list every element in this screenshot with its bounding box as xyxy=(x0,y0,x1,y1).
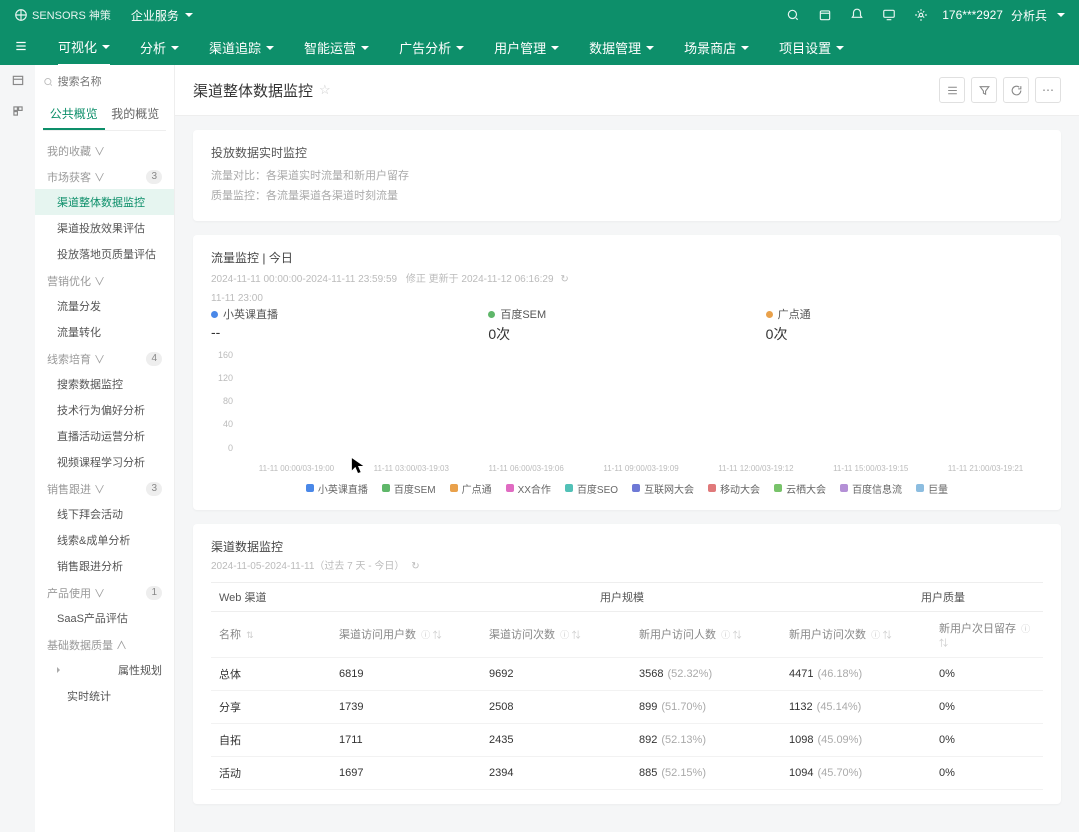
sidebar-item[interactable]: 流量分发 xyxy=(35,293,174,319)
table-col-header[interactable]: 新用户次日留存 ⓘ ⇅ xyxy=(931,612,1043,657)
sidebar-item[interactable]: 投放落地页质量评估 xyxy=(35,241,174,267)
table-refresh-icon[interactable]: ↻ xyxy=(411,561,419,572)
chart-range: 2024-11-11 00:00:00-2024-11-11 23:59:59 xyxy=(211,274,397,285)
sidebar-group[interactable]: 营销优化 ∨ xyxy=(35,267,174,293)
nav-item[interactable]: 场景商店 xyxy=(684,29,749,66)
table-col-header[interactable]: 新用户访问次数 ⓘ ⇅ xyxy=(781,618,931,650)
enterprise-switcher[interactable]: 企业服务 xyxy=(131,7,193,24)
nav-item[interactable]: 渠道追踪 xyxy=(209,29,274,66)
info-card: 投放数据实时监控 流量对比：各渠道实时流量和新用户留存 质量监控：各流量渠道各渠… xyxy=(193,130,1061,221)
table-row[interactable]: 总体681996923568(52.32%)4471(46.18%)0% xyxy=(211,658,1043,691)
list-view-button[interactable] xyxy=(939,77,965,103)
sidebar-group[interactable]: 产品使用 ∨1 xyxy=(35,579,174,605)
bell-icon[interactable] xyxy=(850,8,864,22)
nav-item[interactable]: 分析 xyxy=(140,29,179,66)
more-button[interactable]: ⋯ xyxy=(1035,77,1061,103)
sidebar-item[interactable]: 搜索数据监控 xyxy=(35,371,174,397)
legend-item[interactable]: 百度信息流 xyxy=(840,481,902,496)
legend-item[interactable]: 巨量 xyxy=(916,481,948,496)
legend-item[interactable]: 云栖大会 xyxy=(774,481,826,496)
monitor-icon[interactable] xyxy=(882,8,896,22)
sidebar-item[interactable]: 视频课程学习分析 xyxy=(35,449,174,475)
calendar-icon[interactable] xyxy=(818,8,832,22)
chart-refresh-icon[interactable]: ↻ xyxy=(560,274,568,285)
legend-item[interactable]: 互联网大会 xyxy=(632,481,694,496)
table-col-header[interactable]: 新用户访问人数 ⓘ ⇅ xyxy=(631,618,781,650)
legend-item[interactable]: 百度SEM xyxy=(382,481,436,496)
search-icon[interactable] xyxy=(786,8,800,22)
legend-item[interactable]: 百度SEO xyxy=(565,481,618,496)
brand-logo: SENSORS 神策 xyxy=(14,7,111,23)
kpi: 小英课直播-- xyxy=(211,306,488,344)
kpi: 百度SEM0次 xyxy=(488,306,765,344)
table-col-header[interactable]: 渠道访问次数 ⓘ ⇅ xyxy=(481,618,631,650)
sidebar-item[interactable]: 流量转化 xyxy=(35,319,174,345)
table-row[interactable]: 分享17392508899(51.70%)1132(45.14%)0% xyxy=(211,691,1043,724)
sidebar-item[interactable]: 线下拜会活动 xyxy=(35,501,174,527)
chart-card: 流量监控 | 今日 2024-11-11 00:00:00-2024-11-11… xyxy=(193,235,1061,510)
sidebar-group[interactable]: 基础数据质量 ∧ xyxy=(35,631,174,657)
sidebar-group[interactable]: 销售跟进 ∨3 xyxy=(35,475,174,501)
legend-item[interactable]: 小英课直播 xyxy=(306,481,368,496)
table-range: 2024-11-05-2024-11-11（过去 7 天 - 今日） xyxy=(211,561,404,572)
sidebar-group[interactable]: 线索培育 ∨4 xyxy=(35,345,174,371)
nav-item[interactable]: 用户管理 xyxy=(494,29,559,66)
sidebar-item[interactable]: 线索&成单分析 xyxy=(35,527,174,553)
tab-my-overview[interactable]: 我的概览 xyxy=(105,99,167,130)
table-title: 渠道数据监控 xyxy=(211,538,1043,555)
sidebar-search[interactable] xyxy=(43,71,166,93)
table-card: 渠道数据监控 2024-11-05-2024-11-11（过去 7 天 - 今日… xyxy=(193,524,1061,804)
nav-item[interactable]: 广告分析 xyxy=(399,29,464,66)
nav-item[interactable]: 智能运营 xyxy=(304,29,369,66)
refresh-button[interactable] xyxy=(1003,77,1029,103)
table-row[interactable]: 自拓17112435892(52.13%)1098(45.09%)0% xyxy=(211,724,1043,757)
legend-item[interactable]: 广点通 xyxy=(450,481,492,496)
sidebar-group[interactable]: 我的收藏 ∨ xyxy=(35,137,174,163)
info-card-title: 投放数据实时监控 xyxy=(211,144,1043,161)
rail-dashboard-icon[interactable] xyxy=(6,71,30,91)
page-title: 渠道整体数据监控 xyxy=(193,80,313,101)
sidebar-item[interactable]: 渠道整体数据监控 xyxy=(35,189,174,215)
filter-button[interactable] xyxy=(971,77,997,103)
sidebar-item[interactable]: 属性规划 xyxy=(35,657,174,683)
sidebar-item[interactable]: SaaS产品评估 xyxy=(35,605,174,631)
nav-item[interactable]: 数据管理 xyxy=(589,29,654,66)
table-row[interactable]: 活动16972394885(52.15%)1094(45.70%)0% xyxy=(211,757,1043,790)
sidebar-group[interactable]: 市场获客 ∨3 xyxy=(35,163,174,189)
sidebar-item[interactable]: 技术行为偏好分析 xyxy=(35,397,174,423)
sidebar-item[interactable]: 渠道投放效果评估 xyxy=(35,215,174,241)
user-menu[interactable]: 176***2927 分析兵 xyxy=(942,7,1065,24)
menu-toggle[interactable] xyxy=(14,39,28,56)
chart-title: 流量监控 xyxy=(211,251,259,265)
kpi: 广点通0次 xyxy=(766,306,1043,344)
table-col-header[interactable]: 渠道访问用户数 ⓘ ⇅ xyxy=(331,618,481,650)
tab-public-overview[interactable]: 公共概览 xyxy=(43,99,105,130)
nav-item[interactable]: 可视化 xyxy=(58,29,110,66)
rail-component-icon[interactable] xyxy=(6,101,30,121)
legend-item[interactable]: 移动大会 xyxy=(708,481,760,496)
sidebar-item[interactable]: 直播活动运营分析 xyxy=(35,423,174,449)
sidebar-search-input[interactable] xyxy=(58,76,166,88)
chart-updated: 修正 更新于 2024-11-12 06:16:29 xyxy=(406,274,554,285)
sidebar-item[interactable]: 销售跟进分析 xyxy=(35,553,174,579)
table-col-header[interactable]: 名称 ⇅ xyxy=(211,618,331,650)
sidebar-item[interactable]: 实时统计 xyxy=(35,683,174,709)
legend-item[interactable]: XX合作 xyxy=(506,481,551,496)
favorite-star-icon[interactable]: ☆ xyxy=(319,82,331,98)
nav-item[interactable]: 项目设置 xyxy=(779,29,844,66)
stacked-bar-chart[interactable] xyxy=(239,350,1043,460)
settings-icon[interactable] xyxy=(914,8,928,22)
